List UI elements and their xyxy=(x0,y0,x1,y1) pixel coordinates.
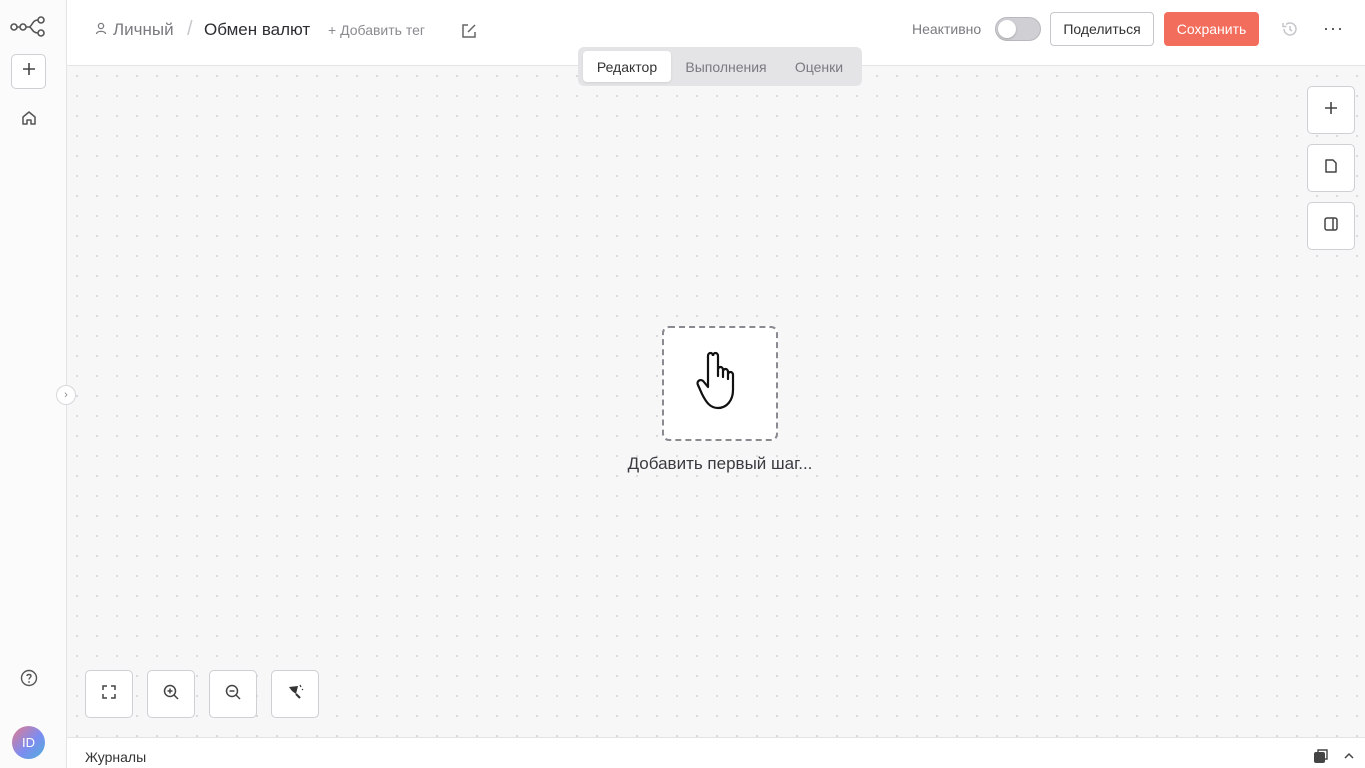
logs-label: Журналы xyxy=(85,749,147,765)
panel-button[interactable] xyxy=(1307,202,1355,250)
sidebar: ID xyxy=(0,0,67,768)
zoom-out-icon xyxy=(224,683,242,706)
zoom-out-button[interactable] xyxy=(209,670,257,718)
popout-icon[interactable] xyxy=(1313,749,1328,764)
add-button[interactable] xyxy=(11,54,46,89)
edit-icon[interactable] xyxy=(460,22,478,40)
tab-executions[interactable]: Выполнения xyxy=(676,51,776,82)
workflow-name[interactable]: Обмен валют xyxy=(204,20,310,40)
add-first-step-button[interactable] xyxy=(662,326,778,441)
sticky-note-icon xyxy=(1323,158,1339,179)
share-button[interactable]: Поделиться xyxy=(1050,12,1154,46)
add-tag-button[interactable]: + Добавить тег xyxy=(328,22,425,38)
chevron-right-icon[interactable]: › xyxy=(56,385,76,405)
add-first-step-label: Добавить первый шаг... xyxy=(627,454,813,473)
history-icon[interactable] xyxy=(1280,19,1300,39)
fit-view-button[interactable] xyxy=(85,670,133,718)
help-circle-icon[interactable] xyxy=(18,667,40,689)
panel-icon xyxy=(1323,216,1339,237)
tidy-up-icon xyxy=(285,682,305,707)
tidy-up-button[interactable] xyxy=(271,670,319,718)
n8n-logo-icon[interactable] xyxy=(10,14,46,38)
active-toggle[interactable] xyxy=(995,17,1041,41)
plus-icon xyxy=(1323,100,1339,121)
home-icon[interactable] xyxy=(18,107,40,129)
breadcrumb-separator: / xyxy=(187,18,193,40)
view-tabs: Редактор Выполнения Оценки xyxy=(578,47,862,86)
add-node-button[interactable] xyxy=(1307,86,1355,134)
fit-view-icon xyxy=(101,684,117,705)
toggle-knob xyxy=(998,20,1016,38)
logs-panel-bar[interactable]: Журналы xyxy=(67,737,1365,768)
project-name: Личный xyxy=(113,20,174,39)
tab-editor[interactable]: Редактор xyxy=(583,51,671,82)
save-button[interactable]: Сохранить xyxy=(1164,12,1259,46)
zoom-in-icon xyxy=(162,683,180,706)
avatar[interactable]: ID xyxy=(12,726,45,759)
status-label: Неактивно xyxy=(912,21,982,37)
sticky-note-button[interactable] xyxy=(1307,144,1355,192)
avatar-initials: ID xyxy=(22,735,35,750)
zoom-in-button[interactable] xyxy=(147,670,195,718)
workflow-canvas[interactable]: Добавить первый шаг... xyxy=(67,66,1365,737)
tab-evaluations[interactable]: Оценки xyxy=(782,51,856,82)
breadcrumb-project[interactable]: Личный xyxy=(95,20,174,40)
user-icon xyxy=(95,20,107,40)
more-icon[interactable]: ··· xyxy=(1323,18,1344,39)
chevron-up-icon[interactable] xyxy=(1342,749,1356,763)
hand-pointer-icon xyxy=(696,350,744,417)
plus-icon xyxy=(22,62,36,81)
